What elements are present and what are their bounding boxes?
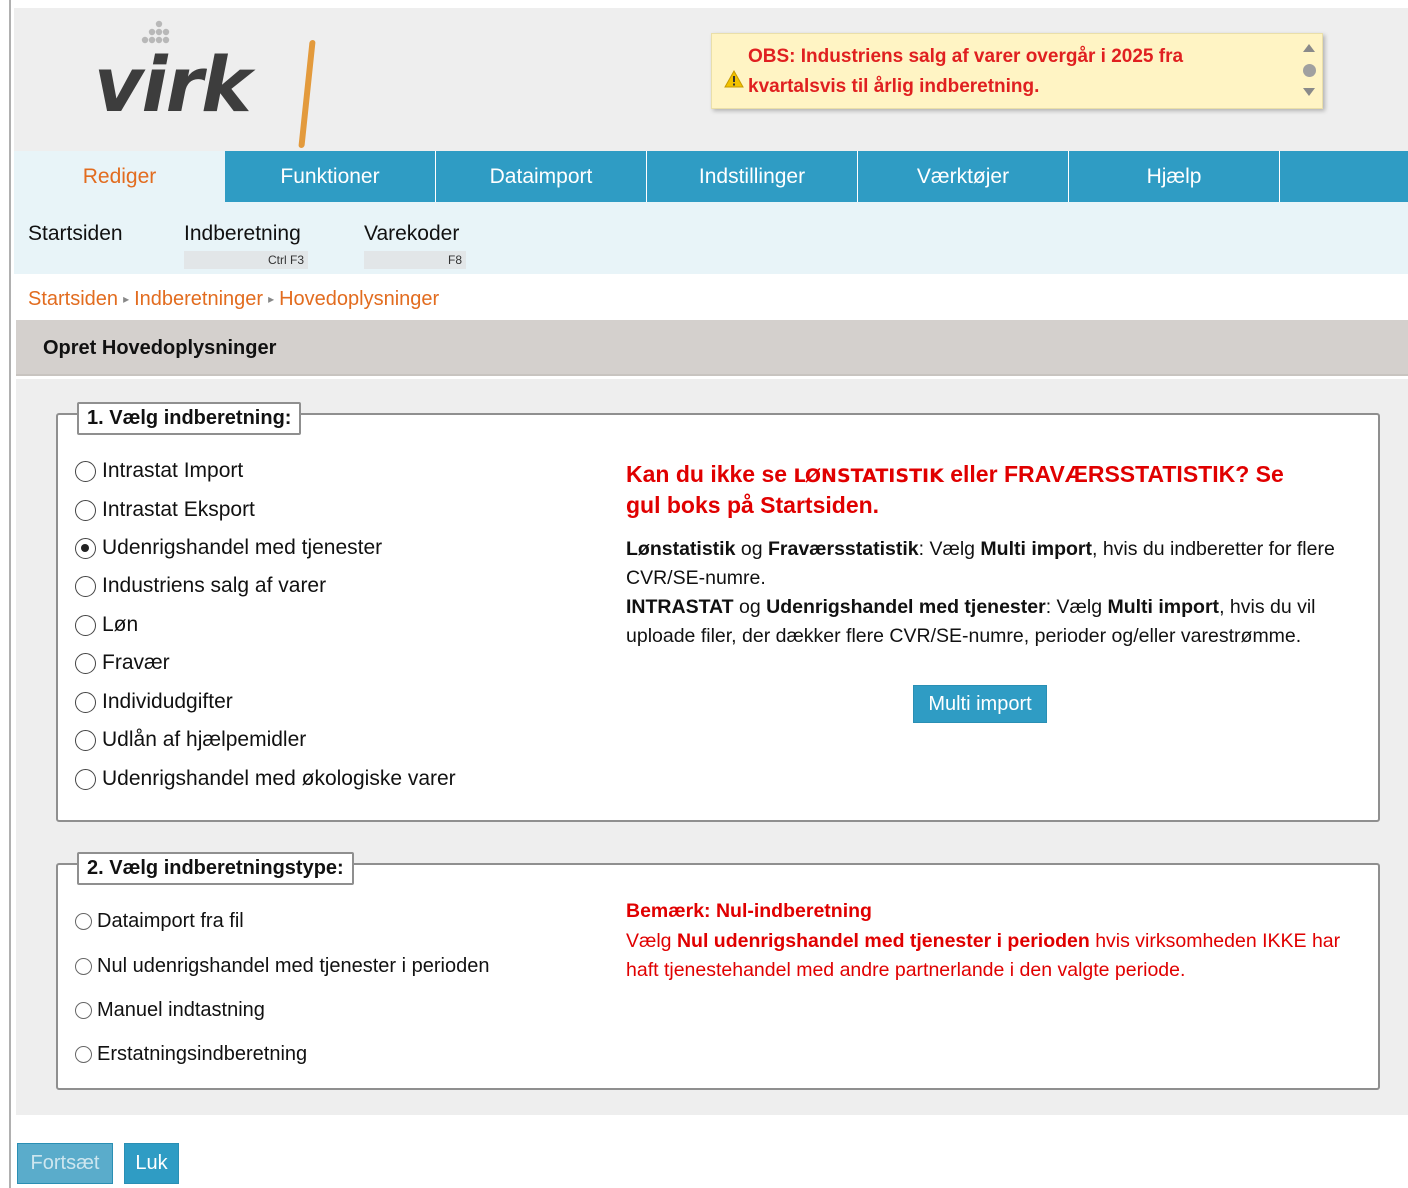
option-label: Udlån af hjælpemidler bbox=[102, 728, 307, 751]
section-header: Opret Hovedoplysninger bbox=[16, 320, 1408, 376]
option-label: Løn bbox=[102, 613, 139, 636]
tab-hjaelp[interactable]: Hjælp bbox=[1069, 151, 1280, 202]
option-industriens-salg[interactable]: Industriens salg af varer bbox=[75, 574, 326, 598]
radio-udlaan-hjaelpemidler[interactable] bbox=[75, 729, 96, 751]
radio-loen[interactable] bbox=[75, 614, 96, 636]
option-udenrigshandel-tjenester[interactable]: Udenrigshandel med tjenester bbox=[75, 536, 382, 560]
notice-box: OBS: Industriens salg af varer overgår i… bbox=[711, 33, 1323, 109]
shortcut-ctrl-f3: Ctrl F3 bbox=[184, 251, 308, 269]
option-erstatningsindberetning[interactable]: Erstatningsindberetning bbox=[75, 1043, 307, 1066]
breadcrumb-hovedoplysninger[interactable]: Hovedoplysninger bbox=[279, 288, 439, 310]
scroll-down-icon[interactable] bbox=[1303, 88, 1315, 96]
option-label: Manuel indtastning bbox=[97, 999, 265, 1021]
tab-vaerktoejer[interactable]: Værktøjer bbox=[858, 151, 1069, 202]
nul-indberetning-note-title: Bemærk: Nul-indberetning bbox=[626, 900, 872, 922]
option-oekologiske-varer[interactable]: Udenrigshandel med økologiske varer bbox=[75, 767, 456, 791]
window-left-edge bbox=[0, 0, 14, 1188]
option-individudgifter[interactable]: Individudgifter bbox=[75, 690, 233, 714]
logo-slash bbox=[298, 40, 316, 148]
option-label: Dataimport fra fil bbox=[97, 910, 244, 932]
option-label: Individudgifter bbox=[102, 690, 233, 713]
option-label: Fravær bbox=[102, 651, 170, 674]
tab-funktioner[interactable]: Funktioner bbox=[225, 151, 436, 202]
scroll-up-icon[interactable] bbox=[1303, 44, 1315, 52]
option-udlaan-hjaelpemidler[interactable]: Udlån af hjælpemidler bbox=[75, 728, 306, 752]
option-nul-udenrigshandel[interactable]: Nul udenrigshandel med tjenester i perio… bbox=[75, 955, 489, 978]
continue-button[interactable]: Fortsæt bbox=[17, 1143, 113, 1184]
radio-industriens-salg[interactable] bbox=[75, 575, 96, 597]
radio-fravaer[interactable] bbox=[75, 652, 96, 674]
tab-dataimport[interactable]: Dataimport bbox=[436, 151, 647, 202]
breadcrumb-indberetninger[interactable]: Indberetninger bbox=[134, 288, 263, 310]
radio-erstatningsindberetning[interactable] bbox=[75, 1046, 92, 1063]
notice-text: OBS: Industriens salg af varer overgår i… bbox=[748, 46, 1184, 97]
missing-statistics-warning: Kan du ikke se LØNSTATISTIK eller FRAVÆR… bbox=[626, 461, 1284, 518]
option-intrastat-import[interactable]: Intrastat Import bbox=[75, 459, 243, 483]
tab-rediger[interactable]: Rediger bbox=[14, 151, 225, 202]
radio-nul-udenrigshandel[interactable] bbox=[75, 958, 92, 975]
breadcrumb-separator-icon: ▸ bbox=[268, 292, 275, 306]
radio-intrastat-eksport[interactable] bbox=[75, 499, 96, 521]
page-header: virk OBS: Industriens salg af varer over… bbox=[14, 8, 1408, 151]
multi-import-info: Lønstatistik og Fraværsstatistik: Vælg M… bbox=[626, 535, 1346, 651]
option-intrastat-eksport[interactable]: Intrastat Eksport bbox=[75, 498, 255, 522]
option-label: Erstatningsindberetning bbox=[97, 1043, 308, 1065]
main-content: 1. Vælg indberetning: Intrastat Import I… bbox=[16, 379, 1408, 1115]
option-dataimport-fil[interactable]: Dataimport fra fil bbox=[75, 910, 244, 933]
option-fravaer[interactable]: Fravær bbox=[75, 651, 170, 675]
breadcrumb-startsiden[interactable]: Startsiden bbox=[28, 288, 118, 310]
notice-scrollbar[interactable] bbox=[1296, 34, 1322, 108]
close-button[interactable]: Luk bbox=[124, 1143, 179, 1184]
radio-udenrigshandel-tjenester[interactable] bbox=[75, 537, 96, 559]
warning-icon bbox=[724, 70, 744, 88]
step2-legend: 2. Vælg indberetningstype: bbox=[77, 852, 354, 885]
radio-intrastat-import[interactable] bbox=[75, 460, 96, 482]
subnav-startsiden[interactable]: Startsiden bbox=[28, 222, 123, 246]
option-manuel-indtastning[interactable]: Manuel indtastning bbox=[75, 999, 265, 1022]
option-loen[interactable]: Løn bbox=[75, 613, 138, 637]
step2-fieldset: 2. Vælg indberetningstype: Dataimport fr… bbox=[56, 852, 1380, 1090]
option-label: Industriens salg af varer bbox=[102, 574, 327, 597]
subnav-varekoder[interactable]: Varekoder bbox=[364, 222, 459, 246]
subnav-indberetning[interactable]: Indberetning bbox=[184, 222, 301, 246]
scroll-thumb[interactable] bbox=[1303, 64, 1316, 77]
shortcut-f8: F8 bbox=[364, 251, 466, 269]
breadcrumb: Startsiden ▸ Indberetninger ▸ Hovedoplysning… bbox=[28, 288, 439, 311]
step1-legend: 1. Vælg indberetning: bbox=[77, 402, 302, 435]
radio-oekologiske-varer[interactable] bbox=[75, 768, 96, 790]
step1-fieldset: 1. Vælg indberetning: Intrastat Import I… bbox=[56, 402, 1380, 822]
multi-import-info-paragraph-2: INTRASTAT og Udenrigshandel med tjeneste… bbox=[626, 596, 1316, 647]
radio-individudgifter[interactable] bbox=[75, 691, 96, 713]
virk-logo[interactable]: virk bbox=[94, 20, 324, 148]
radio-dataimport-fil[interactable] bbox=[75, 913, 92, 930]
radio-manuel-indtastning[interactable] bbox=[75, 1002, 92, 1019]
option-label: Intrastat Import bbox=[102, 459, 244, 482]
multi-import-button[interactable]: Multi import bbox=[913, 685, 1047, 723]
logo-text: virk bbox=[94, 40, 252, 129]
main-nav: Rediger Funktioner Dataimport Indstillin… bbox=[14, 151, 1408, 202]
page-title: Opret Hovedoplysninger bbox=[43, 337, 277, 359]
option-label: Intrastat Eksport bbox=[102, 498, 255, 521]
option-label: Udenrigshandel med økologiske varer bbox=[102, 767, 456, 790]
tab-indstillinger[interactable]: Indstillinger bbox=[647, 151, 858, 202]
sub-nav: Startsiden Indberetning Ctrl F3 Varekode… bbox=[14, 202, 1408, 274]
option-label: Nul udenrigshandel med tjenester i perio… bbox=[97, 955, 490, 977]
nul-indberetning-note: Vælg Nul udenrigshandel med tjenester i … bbox=[626, 930, 1341, 981]
option-label: Udenrigshandel med tjenester bbox=[102, 536, 383, 559]
multi-import-info-paragraph-1: Lønstatistik og Fraværsstatistik: Vælg M… bbox=[626, 538, 1335, 589]
breadcrumb-separator-icon: ▸ bbox=[123, 292, 130, 306]
